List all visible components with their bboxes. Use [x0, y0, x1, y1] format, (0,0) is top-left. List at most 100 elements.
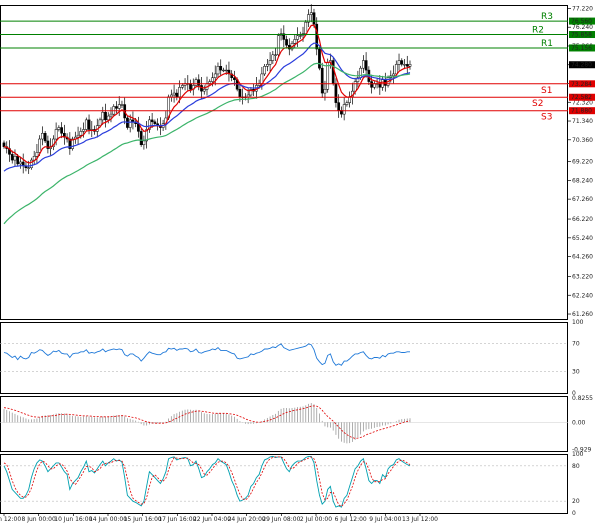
candle-body — [27, 167, 31, 169]
candle-body — [298, 35, 302, 37]
candle-body — [359, 67, 362, 79]
candle-body — [219, 66, 223, 71]
candle-body — [334, 83, 338, 103]
price-y-tick-label: 77.220 — [572, 5, 593, 12]
candle-body — [180, 85, 184, 88]
candle-body — [57, 127, 61, 130]
candle-body — [276, 35, 280, 56]
candle-body — [337, 102, 341, 111]
candle-body — [263, 66, 266, 75]
stoch-y-tick-label: 100 — [572, 451, 584, 458]
x-tick-label: 6 Jun 12:00 — [0, 516, 21, 523]
level-badge-value: 73.284 — [571, 81, 592, 88]
candle-body — [178, 87, 181, 98]
stoch-y-tick-label: 80 — [572, 463, 580, 470]
candle-body — [106, 115, 110, 121]
candle-body — [54, 129, 58, 140]
candle-body — [320, 67, 324, 94]
candle-body — [202, 88, 206, 92]
candle-body — [213, 73, 217, 79]
candle-body — [309, 12, 313, 15]
level-label-s3: S3 — [541, 113, 552, 123]
price-y-tick-label: 66.220 — [572, 216, 593, 223]
candle-body — [364, 60, 368, 71]
candle-body — [370, 81, 373, 88]
candle-body — [296, 35, 299, 40]
rsi-y-tick-label: 70 — [572, 340, 580, 347]
x-tick-label: 6 Jul 12:00 — [335, 516, 367, 523]
candle-body — [403, 64, 406, 66]
candle-body — [342, 104, 346, 115]
x-tick-label: 29 Jun 08:00 — [262, 516, 300, 523]
candle-body — [98, 119, 102, 126]
candle-body — [153, 121, 157, 124]
level-badge-value: 71.880 — [571, 108, 592, 115]
candle-body — [326, 62, 330, 90]
level-label-r3: R3 — [541, 12, 553, 22]
candle-body — [394, 64, 398, 75]
x-tick-label: 2 Jul 00:00 — [300, 516, 332, 523]
level-badge-value: 75.156 — [571, 45, 592, 52]
candle-body — [2, 142, 6, 147]
candle-body — [392, 73, 395, 77]
candle-body — [109, 113, 113, 117]
candle-body — [397, 60, 401, 65]
candle-body — [104, 111, 107, 121]
candle-body — [79, 131, 83, 136]
rsi-y-tick-label: 30 — [572, 369, 580, 376]
candle-body — [348, 96, 351, 103]
candle-body — [13, 156, 17, 161]
candle-body — [222, 69, 225, 72]
candle-body — [362, 60, 365, 69]
candle-body — [142, 140, 146, 146]
candle-body — [271, 54, 275, 61]
candle-body — [41, 133, 44, 140]
x-tick-label: 14 Jun 00:00 — [89, 516, 127, 523]
price-y-tick-label: 76.240 — [572, 24, 593, 31]
candle-body — [274, 54, 277, 56]
candle-body — [208, 81, 212, 84]
candle-body — [224, 69, 228, 72]
rsi-y-tick-label: 100 — [572, 319, 584, 326]
candle-body — [331, 60, 335, 84]
price-y-tick-label: 71.340 — [572, 118, 593, 125]
candle-body — [318, 48, 321, 69]
candle-body — [117, 104, 121, 109]
x-tick-label: 9 Jul 04:00 — [369, 516, 401, 523]
candle-body — [169, 94, 173, 98]
candle-body — [150, 119, 154, 123]
candle-body — [76, 134, 80, 138]
candle-body — [353, 81, 357, 92]
stoch-y-tick-label: 20 — [572, 498, 580, 505]
level-badge-value: 76.560 — [571, 18, 592, 25]
candle-body — [197, 79, 201, 86]
stoch-y-tick-label: 0 — [572, 510, 576, 517]
price-y-tick-label: 67.260 — [572, 196, 593, 203]
candle-body — [304, 21, 308, 34]
x-tick-label: 17 Jun 16:00 — [158, 516, 196, 523]
level-label-s2: S2 — [532, 99, 543, 109]
price-y-tick-label: 62.240 — [572, 292, 593, 299]
candle-body — [120, 104, 124, 106]
candle-body — [60, 127, 63, 134]
x-tick-label: 10 Jun 16:00 — [54, 516, 92, 523]
price-y-tick-label: 65.240 — [572, 235, 593, 242]
level-label-s1: S1 — [541, 86, 552, 96]
price-y-tick-label: 68.240 — [572, 177, 593, 184]
x-tick-label: 15 Jun 16:00 — [124, 516, 162, 523]
candle-body — [194, 79, 198, 86]
x-tick-label: 13 Jul 12:00 — [402, 516, 438, 523]
candle-body — [268, 60, 272, 65]
level-label-r1: R1 — [541, 39, 553, 49]
level-badge-value: 75.858 — [571, 32, 592, 39]
candle-body — [172, 92, 176, 96]
candle-body — [189, 83, 192, 90]
x-tick-label: 22 Jun 04:00 — [193, 516, 231, 523]
candle-body — [139, 131, 143, 146]
macd-y-tick-label: 0.00 — [572, 419, 586, 426]
level-badge-value: 72.582 — [571, 94, 592, 101]
candle-body — [128, 119, 132, 128]
level-label-r2: R2 — [532, 26, 544, 36]
candle-body — [115, 106, 118, 109]
candle-body — [211, 77, 214, 82]
